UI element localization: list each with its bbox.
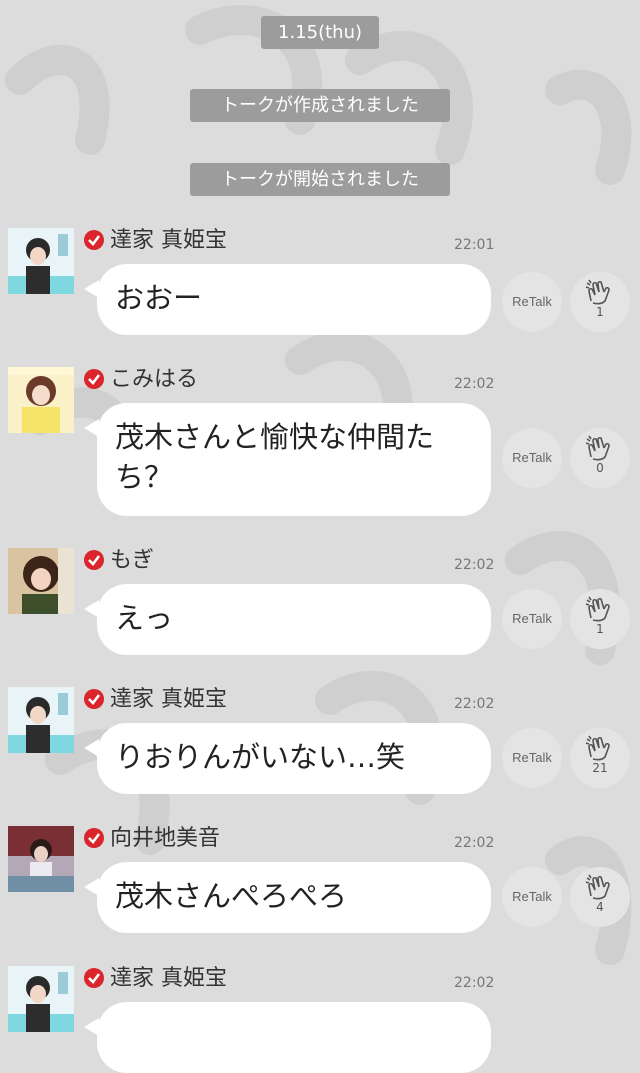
clap-hands-icon: [585, 279, 610, 305]
clap-button[interactable]: 0: [570, 428, 630, 488]
system-message-started: トークが開始されました: [190, 163, 450, 196]
date-separator: 1.15(thu): [261, 16, 379, 49]
message-time: 22:02: [454, 557, 495, 573]
message-text: 茂木さんぺろぺろ: [115, 879, 348, 913]
system-message-created: トークが作成されました: [190, 89, 450, 122]
retalk-button[interactable]: ReTalk: [502, 728, 562, 788]
sender-name: 向井地美音: [110, 826, 221, 851]
clap-count: 4: [596, 900, 604, 914]
message-time: 22:02: [454, 696, 495, 712]
sender-name: こみはる: [110, 367, 199, 392]
verified-check-icon: [84, 828, 104, 848]
verified-check-icon: [84, 550, 104, 570]
message-text: えっ: [115, 601, 174, 635]
clap-count: 21: [592, 761, 608, 775]
avatar[interactable]: [8, 228, 74, 294]
retalk-button[interactable]: ReTalk: [502, 589, 562, 649]
clap-button[interactable]: 21: [570, 728, 630, 788]
clap-hands-icon: [585, 596, 610, 622]
avatar[interactable]: [8, 548, 74, 614]
message-time: 22:01: [454, 237, 495, 253]
message-text: 茂木さんと愉快な仲間たち？: [115, 420, 435, 494]
message-text: りおりんがいない…笑: [115, 740, 406, 774]
message-time: 22:02: [454, 975, 495, 991]
clap-hands-icon: [585, 735, 610, 761]
retalk-button[interactable]: ReTalk: [502, 428, 562, 488]
avatar[interactable]: [8, 826, 74, 892]
clap-hands-icon: [585, 874, 610, 900]
message-bubble[interactable]: 茂木さんと愉快な仲間たち？: [84, 403, 491, 516]
message-bubble[interactable]: おおー: [84, 264, 491, 335]
clap-button[interactable]: 1: [570, 589, 630, 649]
message-text: おおー: [115, 281, 203, 315]
message-bubble[interactable]: りおりんがいない…笑: [84, 723, 491, 794]
verified-check-icon: [84, 968, 104, 988]
clap-hands-icon: [585, 435, 610, 461]
message-time: 22:02: [454, 835, 495, 851]
message-bubble[interactable]: えっ: [84, 584, 491, 655]
message-time: 22:02: [454, 376, 495, 392]
clap-count: 1: [596, 305, 604, 319]
message-bubble[interactable]: 茂木さんぺろぺろ: [84, 862, 491, 933]
clap-button[interactable]: 1: [570, 272, 630, 332]
retalk-button[interactable]: ReTalk: [502, 272, 562, 332]
sender-name: 達家 真姫宝: [110, 687, 227, 712]
clap-count: 0: [596, 461, 604, 475]
avatar[interactable]: [8, 966, 74, 1032]
clap-button[interactable]: 4: [570, 867, 630, 927]
avatar[interactable]: [8, 367, 74, 433]
verified-check-icon: [84, 369, 104, 389]
clap-count: 1: [596, 622, 604, 636]
retalk-button[interactable]: ReTalk: [502, 867, 562, 927]
message-bubble[interactable]: [84, 1002, 491, 1073]
verified-check-icon: [84, 230, 104, 250]
avatar[interactable]: [8, 687, 74, 753]
sender-name: もぎ: [110, 548, 155, 573]
sender-name: 達家 真姫宝: [110, 966, 227, 991]
sender-name: 達家 真姫宝: [110, 228, 227, 253]
verified-check-icon: [84, 689, 104, 709]
